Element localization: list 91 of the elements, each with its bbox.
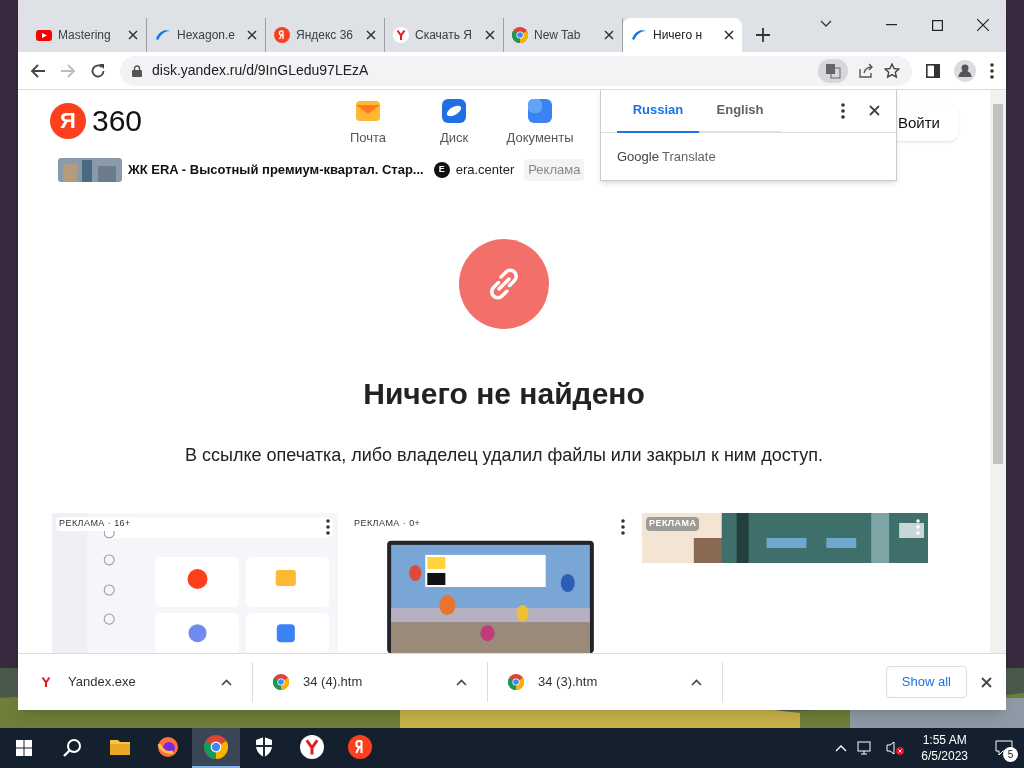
chrome-icon <box>512 27 528 43</box>
play-icon <box>36 27 52 43</box>
reload-icon[interactable] <box>90 62 106 79</box>
close-icon[interactable] <box>724 30 734 40</box>
show-all-button[interactable]: Show all <box>885 666 967 698</box>
logo-mark: Я <box>50 102 86 139</box>
chevron-down-icon[interactable] <box>820 20 832 28</box>
clock-time[interactable]: 1:55 AM <box>922 732 967 748</box>
browser-tab[interactable]: New Tab <box>504 18 623 52</box>
muted-speaker-icon[interactable] <box>885 740 906 756</box>
browser-tab[interactable]: Скачать Я <box>385 18 504 52</box>
tab-title: Яндекс 36 <box>296 27 355 44</box>
maximize-icon[interactable] <box>931 19 943 31</box>
tab-title: Mastering <box>58 27 112 44</box>
letter-logo-icon <box>348 735 372 759</box>
close-icon[interactable] <box>977 19 989 31</box>
browser-tab[interactable]: Mastering <box>28 18 147 52</box>
ad-domain[interactable]: era.center <box>455 160 515 180</box>
ad-title[interactable]: ЖК ERA - Высотный премиум-квартал. Стар... <box>128 160 424 180</box>
service-link[interactable]: Диск <box>439 127 469 148</box>
star-icon[interactable] <box>884 62 900 79</box>
fox-icon <box>156 735 180 759</box>
download-item[interactable]: 34 (4).htm <box>253 662 488 702</box>
lock-icon <box>132 64 142 77</box>
close-icon[interactable] <box>366 30 376 40</box>
search-icon[interactable] <box>62 738 82 758</box>
chevron-up-icon[interactable] <box>456 678 467 686</box>
share-icon[interactable] <box>858 62 874 79</box>
more-icon[interactable] <box>326 519 330 535</box>
file-name: 34 (3).htm <box>538 673 599 692</box>
close-icon[interactable] <box>869 105 880 116</box>
more-icon[interactable] <box>621 519 625 535</box>
chevron-up-icon[interactable] <box>221 678 232 686</box>
tab-title: Скачать Я <box>415 27 473 44</box>
scrollbar[interactable] <box>990 90 1006 653</box>
notification-count: 5 <box>1003 747 1018 762</box>
translate-label: Translate <box>661 148 716 166</box>
error-message: В ссылке опечатка, либо владелец удалил файлы или закрыл к ним доступ. <box>185 444 823 467</box>
file-name: Yandex.exe <box>68 673 137 692</box>
minimize-icon[interactable] <box>885 24 897 26</box>
side-panel-icon[interactable] <box>926 63 940 78</box>
taskbar-app[interactable] <box>192 728 240 768</box>
chrome-icon <box>508 674 524 690</box>
letter-logo-icon <box>274 27 290 43</box>
profile-icon[interactable] <box>954 59 976 82</box>
translate-icon <box>825 62 841 79</box>
service-link[interactable]: Документы <box>506 127 574 148</box>
error-title: Ничего не найдено <box>363 376 645 412</box>
service-link[interactable]: Почта <box>350 127 387 148</box>
chrome-icon <box>273 674 289 690</box>
close-icon[interactable] <box>485 30 495 40</box>
tab-title: Hexagon.e <box>177 27 237 44</box>
clock-date[interactable]: 6/5/2023 <box>921 748 968 764</box>
cube-icon <box>527 97 554 124</box>
close-icon[interactable] <box>128 30 138 40</box>
google-logo: Google <box>617 148 659 166</box>
close-icon[interactable] <box>247 30 257 40</box>
tab-title: New Tab <box>534 27 582 44</box>
back-arrow-icon[interactable] <box>30 62 46 79</box>
browser-tab[interactable]: Hexagon.e <box>147 18 266 52</box>
address-bar[interactable]: disk.yandex.ru/d/9InGLedu97LEzA <box>120 55 912 86</box>
menu-icon[interactable] <box>990 62 994 79</box>
chevron-up-icon[interactable] <box>691 678 702 686</box>
language-tab[interactable]: English <box>699 90 781 133</box>
download-item[interactable]: Yandex.exe <box>18 662 253 702</box>
logo-text: 360 <box>92 103 143 140</box>
url-text: disk.yandex.ru/d/9InGLedu97LEzA <box>152 61 370 80</box>
ad-label: РЕКЛАМА · 16+ <box>56 517 134 531</box>
browser-tab[interactable]: Яндекс 36 <box>266 18 385 52</box>
close-icon[interactable] <box>604 30 614 40</box>
domain-logo: E <box>433 162 450 179</box>
close-icon[interactable] <box>981 676 992 688</box>
new-tab-icon[interactable] <box>756 28 770 42</box>
notifications-button[interactable]: 5 <box>984 728 1024 768</box>
wave-icon <box>155 27 171 43</box>
tab-title: Ничего н <box>653 27 704 44</box>
browser-tab[interactable]: Ничего н <box>623 18 742 52</box>
message-icon <box>995 740 1013 756</box>
y-logo-icon <box>300 735 324 759</box>
ad-label: РЕКЛАМА <box>646 517 700 531</box>
download-item[interactable]: 34 (3).htm <box>488 662 723 702</box>
wave-icon <box>631 27 647 43</box>
ad-card[interactable]: РЕКЛАМА · 16+ <box>52 513 338 653</box>
y-logo-icon <box>393 27 409 43</box>
ad-label: Реклама <box>524 159 585 181</box>
translate-button[interactable] <box>818 58 848 83</box>
windows-icon[interactable] <box>16 740 32 756</box>
file-name: 34 (4).htm <box>303 673 364 692</box>
more-icon[interactable] <box>841 102 845 119</box>
chrome-icon <box>204 735 228 759</box>
language-tab[interactable]: Russian <box>617 90 699 133</box>
